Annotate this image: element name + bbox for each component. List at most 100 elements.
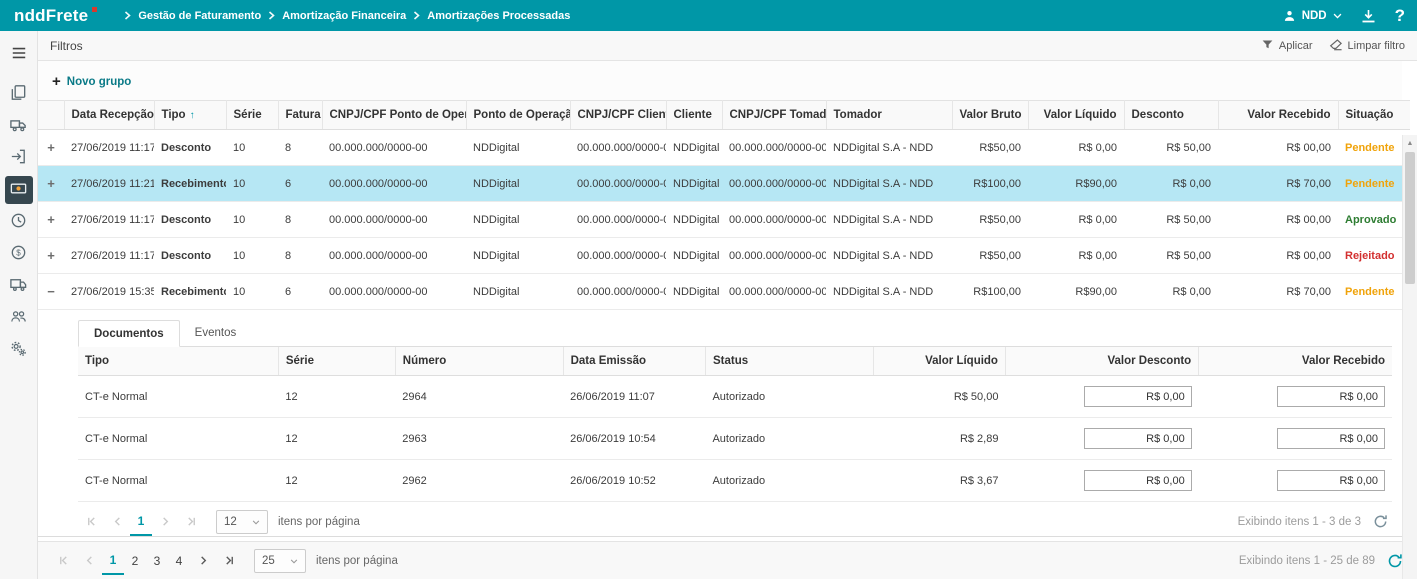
expand-row-button[interactable]: + (45, 176, 57, 191)
user-label: NDD (1302, 10, 1327, 22)
page-number[interactable]: 3 (146, 547, 168, 575)
next-page-button[interactable] (152, 508, 178, 536)
page-size-select[interactable]: 12 (216, 510, 268, 534)
help-button[interactable]: ? (1395, 7, 1405, 24)
cell-cnpj-tomador: 00.000.000/0000-00 (722, 238, 826, 274)
cell-doc-valor-liquido: R$ 2,89 (873, 418, 1005, 460)
documentos-table: Tipo Série Número Data Emissão Status Va… (78, 347, 1392, 502)
sidebar-item-finance[interactable]: $ (5, 240, 33, 268)
user-icon (1283, 9, 1296, 23)
last-page-button[interactable] (178, 508, 204, 536)
expand-row-button[interactable]: + (45, 140, 57, 155)
valor-desconto-input[interactable] (1084, 386, 1192, 407)
cell-tipo: Recebimento (154, 166, 226, 202)
chevron-down-icon (1333, 13, 1342, 19)
cell-doc-serie: 12 (278, 376, 395, 418)
breadcrumb-item[interactable]: Amortizações Processadas (427, 10, 570, 22)
page-number[interactable]: 2 (124, 547, 146, 575)
table-row-expanded[interactable]: − 27/06/2019 15:35 Recebimento 10 6 00.0… (38, 274, 1410, 310)
collapse-row-button[interactable]: − (45, 284, 57, 299)
clear-filter-button[interactable]: Limpar filtro (1329, 38, 1405, 54)
download-button[interactable] (1360, 8, 1377, 24)
refresh-button[interactable] (1387, 553, 1403, 569)
tab-eventos[interactable]: Eventos (180, 320, 252, 347)
scrollbar-up-button[interactable]: ▲ (1403, 135, 1417, 151)
scrollbar-thumb[interactable] (1405, 152, 1415, 284)
page-number-current[interactable]: 1 (130, 508, 152, 536)
valor-desconto-input[interactable] (1084, 428, 1192, 449)
valor-recebido-input[interactable] (1277, 470, 1385, 491)
col-doc-valor-liquido[interactable]: Valor Líquido (873, 347, 1005, 376)
prev-page-button[interactable] (76, 547, 102, 575)
col-valor-bruto[interactable]: Valor Bruto (952, 101, 1028, 130)
chevron-down-icon (290, 555, 298, 567)
col-desconto[interactable]: Desconto (1124, 101, 1218, 130)
valor-desconto-input[interactable] (1084, 470, 1192, 491)
refresh-button[interactable] (1373, 514, 1388, 529)
last-page-button[interactable] (216, 547, 242, 575)
col-doc-data-emissao[interactable]: Data Emissão (563, 347, 705, 376)
col-cliente[interactable]: Cliente (666, 101, 722, 130)
status-badge: Pendente (1338, 130, 1410, 166)
pager-info: Exibindo itens 1 - 3 de 3 (1238, 516, 1361, 528)
sidebar-item-documents[interactable] (5, 80, 33, 108)
detail-pager: 1 12 itens por página Exibindo itens 1 -… (78, 502, 1392, 536)
apply-filter-button[interactable]: Aplicar (1261, 38, 1313, 54)
page-number-current[interactable]: 1 (102, 547, 124, 575)
prev-page-button[interactable] (104, 508, 130, 536)
menu-button[interactable] (5, 40, 33, 68)
col-valor-liquido[interactable]: Valor Líquido (1028, 101, 1124, 130)
col-cnpj-ponto-operacao[interactable]: CNPJ/CPF Ponto de Operação (322, 101, 466, 130)
col-data-recepcao[interactable]: Data Recepção (64, 101, 154, 130)
col-ponto-operacao[interactable]: Ponto de Operação (466, 101, 570, 130)
document-row[interactable]: CT-e Normal 12 2962 26/06/2019 10:52 Aut… (78, 460, 1392, 502)
breadcrumb-item[interactable]: Amortização Financeira (282, 10, 406, 22)
sidebar-item-transport[interactable] (5, 112, 33, 140)
col-serie[interactable]: Série (226, 101, 278, 130)
col-doc-serie[interactable]: Série (278, 347, 395, 376)
page-size-select[interactable]: 25 (254, 549, 306, 573)
truck-icon (9, 115, 28, 137)
valor-recebido-input[interactable] (1277, 428, 1385, 449)
cell-tomador: NDDigital S.A - NDD (826, 238, 952, 274)
col-tipo[interactable]: Tipo↑ (154, 101, 226, 130)
cell-valor-liquido: R$ 0,00 (1028, 238, 1124, 274)
cell-doc-tipo: CT-e Normal (78, 460, 278, 502)
per-page-label: itens por página (278, 516, 360, 528)
col-tomador[interactable]: Tomador (826, 101, 952, 130)
new-group-button[interactable]: + Novo grupo (52, 74, 131, 89)
col-fatura[interactable]: Fatura (278, 101, 322, 130)
col-doc-numero[interactable]: Número (395, 347, 563, 376)
first-page-button[interactable] (78, 508, 104, 536)
table-row-selected[interactable]: + 27/06/2019 11:21 Recebimento 10 6 00.0… (38, 166, 1410, 202)
user-menu[interactable]: NDD (1283, 9, 1342, 23)
table-row[interactable]: + 27/06/2019 11:17 Desconto 10 8 00.000.… (38, 238, 1410, 274)
next-page-button[interactable] (190, 547, 216, 575)
table-row[interactable]: + 27/06/2019 11:17 Desconto 10 8 00.000.… (38, 202, 1410, 238)
valor-recebido-input[interactable] (1277, 386, 1385, 407)
col-valor-recebido[interactable]: Valor Recebido (1218, 101, 1338, 130)
sidebar-item-export[interactable] (5, 144, 33, 172)
breadcrumb-item[interactable]: Gestão de Faturamento (138, 10, 261, 22)
document-row[interactable]: CT-e Normal 12 2963 26/06/2019 10:54 Aut… (78, 418, 1392, 460)
col-cnpj-cliente[interactable]: CNPJ/CPF Cliente (570, 101, 666, 130)
table-row[interactable]: + 27/06/2019 11:17 Desconto 10 8 00.000.… (38, 130, 1410, 166)
expand-row-button[interactable]: + (45, 248, 57, 263)
col-doc-tipo[interactable]: Tipo (78, 347, 278, 376)
vertical-scrollbar[interactable]: ▲ (1402, 135, 1417, 579)
col-doc-valor-recebido[interactable]: Valor Recebido (1199, 347, 1392, 376)
first-page-button[interactable] (50, 547, 76, 575)
col-cnpj-tomador[interactable]: CNPJ/CPF Tomador (722, 101, 826, 130)
expand-row-button[interactable]: + (45, 212, 57, 227)
sidebar-item-freight[interactable] (5, 272, 33, 300)
sidebar-item-history[interactable] (5, 208, 33, 236)
tab-documentos[interactable]: Documentos (78, 320, 180, 347)
sidebar-item-users[interactable] (5, 304, 33, 332)
sidebar-item-settings[interactable] (5, 336, 33, 364)
page-number[interactable]: 4 (168, 547, 190, 575)
col-doc-status[interactable]: Status (705, 347, 873, 376)
col-doc-valor-desconto[interactable]: Valor Desconto (1005, 347, 1198, 376)
sidebar-item-billing[interactable] (5, 176, 33, 204)
document-row[interactable]: CT-e Normal 12 2964 26/06/2019 11:07 Aut… (78, 376, 1392, 418)
col-situacao[interactable]: Situação (1338, 101, 1410, 130)
